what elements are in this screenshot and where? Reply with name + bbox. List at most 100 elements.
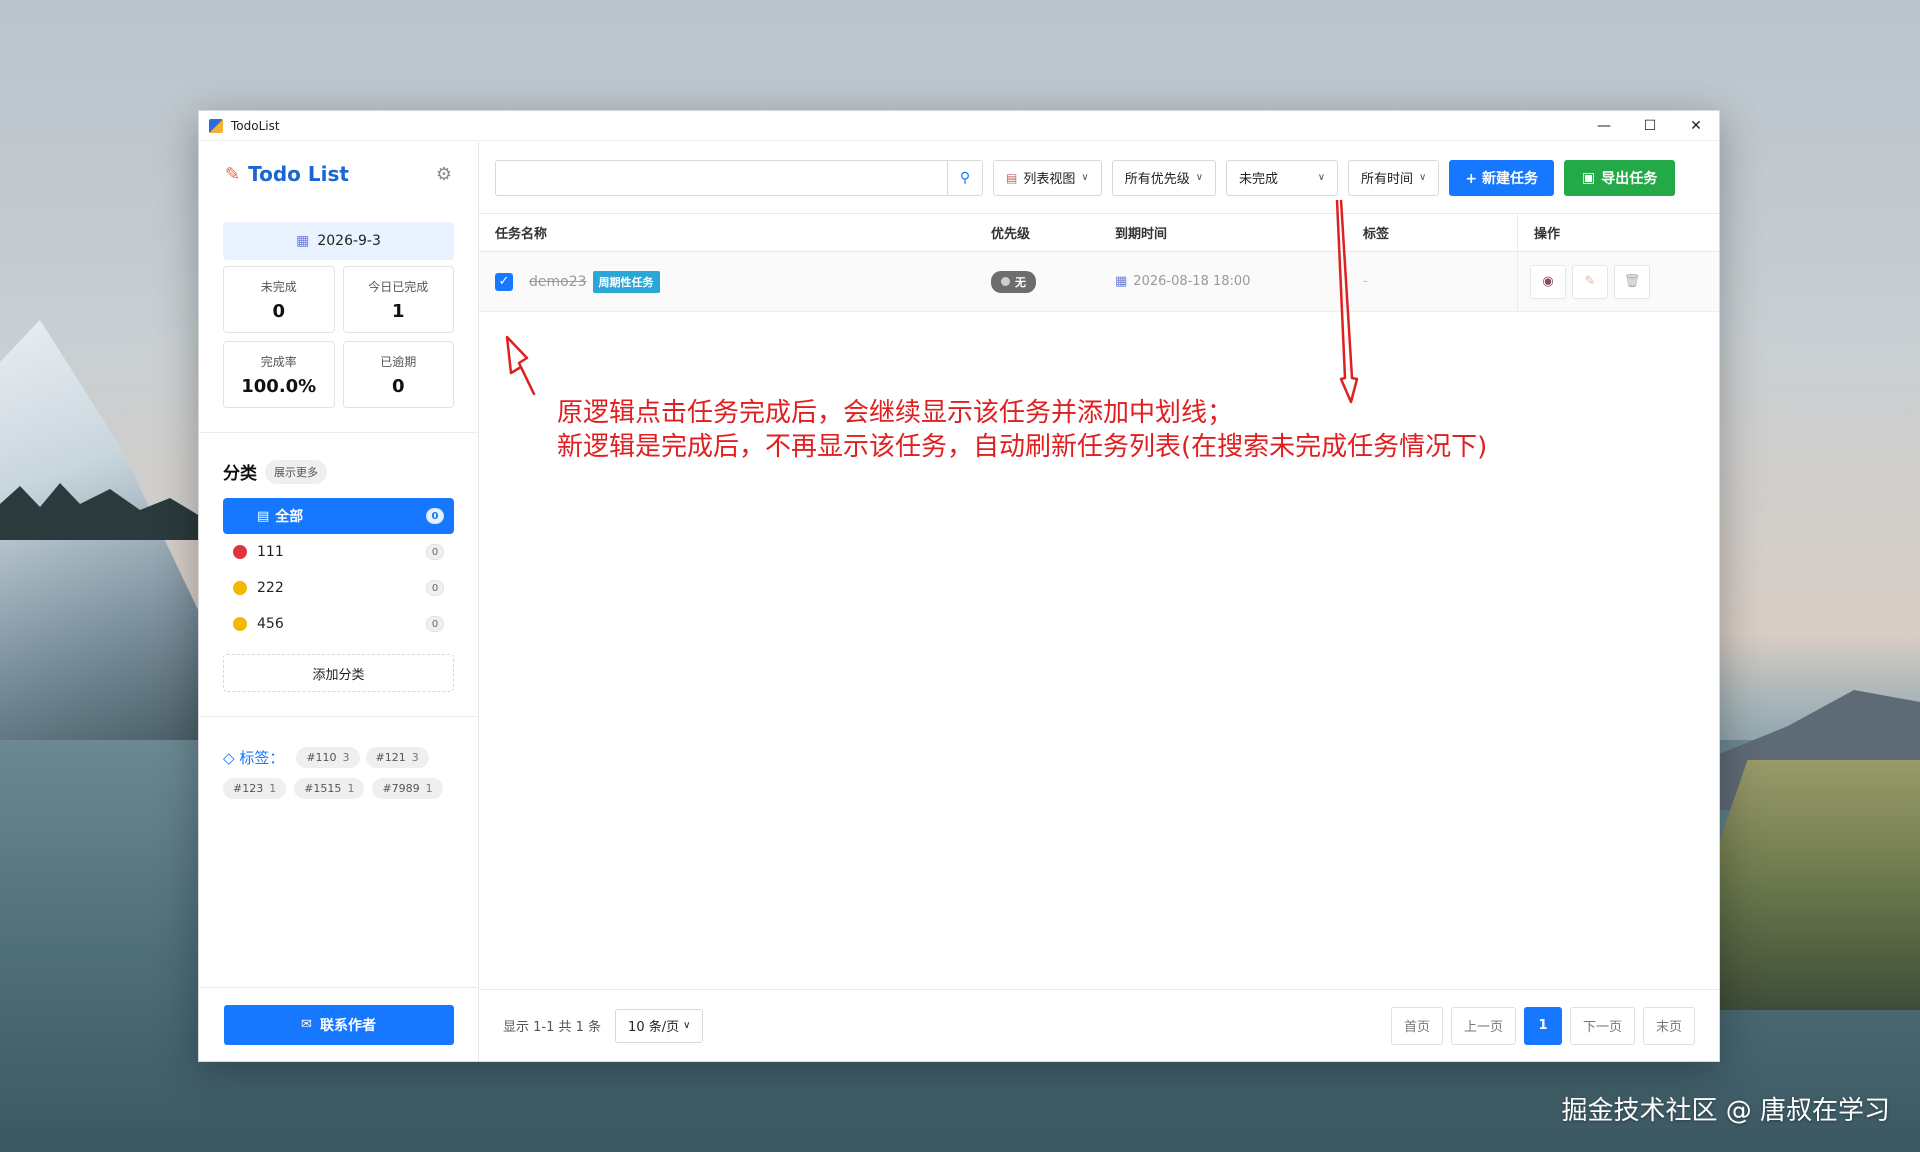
page-1-button[interactable]: 1 xyxy=(1523,1006,1562,1045)
edit-button[interactable]: ✎ xyxy=(1572,264,1608,299)
category-label: 456 xyxy=(257,616,284,632)
arrow-up-to-checkbox xyxy=(505,335,536,396)
maximize-button[interactable]: ☐ xyxy=(1627,111,1673,141)
due-date: 2026-08-18 18:00 xyxy=(1133,274,1251,289)
tag-count: 3 xyxy=(342,751,350,764)
status-select-value: 未完成 xyxy=(1239,172,1279,187)
stat-value: 0 xyxy=(391,375,405,397)
close-button[interactable]: ✕ xyxy=(1673,111,1719,141)
tag-chip[interactable]: #121 3 xyxy=(365,747,429,768)
tags-title[interactable]: ◇ 标签： xyxy=(223,747,284,768)
category-count: 0 xyxy=(426,508,444,524)
divider xyxy=(199,716,478,717)
delete-button[interactable]: 🗑 xyxy=(1614,264,1650,299)
priority-select-value: 所有优先级 xyxy=(1124,172,1190,187)
main-panel: ⚲ ▤ 列表视图 ∨ 所有优先级 ∨ 未完成 ∨ 所有时间 ∨ + 新建任务 ▣… xyxy=(479,142,1719,1061)
complete-checkbox[interactable]: ✓ xyxy=(495,272,513,291)
chevron-down-icon: ∨ xyxy=(683,1020,691,1031)
category-header: 分类 展示更多 xyxy=(223,459,454,484)
priority-select[interactable]: 所有优先级 ∨ xyxy=(1111,159,1217,196)
header-due: 到期时间 xyxy=(1115,227,1168,242)
new-task-button[interactable]: + 新建任务 xyxy=(1449,159,1554,196)
category-count: 0 xyxy=(426,580,444,596)
stat-label: 完成率 xyxy=(260,354,297,369)
toolbar: ⚲ ▤ 列表视图 ∨ 所有优先级 ∨ 未完成 ∨ 所有时间 ∨ + 新建任务 ▣… xyxy=(479,142,1719,214)
tags-section: ◇ 标签： #110 3 #121 3 xyxy=(223,747,454,768)
status-select[interactable]: 未完成 ∨ xyxy=(1226,159,1339,196)
tag-count: 3 xyxy=(411,751,419,764)
category-label: 全部 xyxy=(275,509,304,525)
task-name-cell: ✓ demo23 周期性任务 xyxy=(479,270,975,293)
first-page-button[interactable]: 首页 xyxy=(1390,1006,1443,1045)
table-header: 任务名称 优先级 到期时间 标签 操作 xyxy=(479,214,1719,252)
time-select[interactable]: 所有时间 ∨ xyxy=(1348,159,1440,196)
tag-count: 1 xyxy=(425,782,433,795)
contact-author-button[interactable]: ✉ 联系作者 xyxy=(223,1004,454,1045)
red-dot-icon xyxy=(233,545,247,559)
task-name: demo23 xyxy=(529,273,587,290)
category-item-456[interactable]: 456 0 xyxy=(223,606,454,642)
watermark: 掘金技术社区 @ 唐叔在学习 xyxy=(1561,1096,1890,1126)
export-task-button[interactable]: ▣ 导出任务 xyxy=(1563,159,1676,196)
current-date: 2026-9-3 xyxy=(317,233,381,249)
trash-icon: 🗑 xyxy=(1623,274,1641,289)
page-size-select[interactable]: 10 条/页 ∨ xyxy=(615,1008,704,1043)
app-icon xyxy=(209,118,223,133)
view-select[interactable]: ▤ 列表视图 ∨ xyxy=(993,159,1102,196)
stats-grid: 未完成 0 今日已完成 1 完成率 100.0% 已逾期 0 xyxy=(223,266,454,408)
last-page-button[interactable]: 末页 xyxy=(1642,1006,1695,1045)
category-item-111[interactable]: 111 0 xyxy=(223,534,454,570)
calendar-icon: ▦ xyxy=(1115,274,1128,289)
export-icon: ▣ xyxy=(1581,169,1596,186)
yellow-dot-icon xyxy=(233,581,247,595)
yellow-dot-icon xyxy=(233,617,247,631)
stat-value: 1 xyxy=(391,300,405,322)
calendar-icon: ▦ xyxy=(296,233,310,249)
tag-count: 1 xyxy=(347,782,355,795)
search-input[interactable] xyxy=(495,159,947,196)
tag-name: #110 xyxy=(306,751,337,764)
category-item-222[interactable]: 222 0 xyxy=(223,570,454,606)
time-select-value: 所有时间 xyxy=(1361,172,1414,187)
view-button[interactable]: ◉ xyxy=(1530,264,1566,299)
tags-title-label: 标签： xyxy=(239,749,285,767)
tag-name: #123 xyxy=(233,782,264,795)
chevron-down-icon: ∨ xyxy=(1081,172,1089,183)
view-select-value: 列表视图 xyxy=(1023,172,1076,187)
category-item-all[interactable]: ▤ 全部 0 xyxy=(223,498,454,534)
window-title: TodoList xyxy=(231,118,280,133)
annotation-text: 原逻辑点击任务完成后，会继续显示该任务并添加中划线； 新逻辑是完成后，不再显示该… xyxy=(557,396,1487,464)
table-row: ✓ demo23 周期性任务 无 ▦ 2026-08-18 18:00 - ◉ … xyxy=(479,252,1719,312)
header-task-name: 任务名称 xyxy=(495,227,548,242)
stat-value: 0 xyxy=(272,300,286,322)
tag-chip[interactable]: #7989 1 xyxy=(372,778,443,799)
date-display: ▦ 2026-9-3 xyxy=(223,222,454,260)
tag-chip[interactable]: #1515 1 xyxy=(294,778,365,799)
chevron-down-icon: ∨ xyxy=(1317,172,1326,183)
gear-icon[interactable]: ⚙ xyxy=(436,164,452,185)
divider xyxy=(199,432,478,433)
header-priority: 优先级 xyxy=(991,227,1031,242)
add-category-button[interactable]: 添加分类 xyxy=(223,654,454,692)
category-count: 0 xyxy=(426,616,444,632)
stat-incomplete: 未完成 0 xyxy=(223,266,335,333)
search-button[interactable]: ⚲ xyxy=(947,159,983,196)
tag-chip[interactable]: #123 1 xyxy=(223,778,287,799)
circle-icon xyxy=(1001,277,1010,286)
brand: ✎ Todo List ⚙ xyxy=(199,148,478,200)
next-page-button[interactable]: 下一页 xyxy=(1569,1006,1635,1045)
prev-page-button[interactable]: 上一页 xyxy=(1450,1006,1516,1045)
search-box: ⚲ xyxy=(495,159,983,196)
notepad-icon: ✎ xyxy=(225,163,241,185)
minimize-button[interactable]: — xyxy=(1581,111,1627,141)
category-list: ▤ 全部 0 111 0 222 0 456 0 xyxy=(223,498,454,642)
chevron-down-icon: ∨ xyxy=(1419,172,1427,183)
category-label: 222 xyxy=(257,580,284,596)
priority-cell: 无 xyxy=(975,270,1099,293)
show-more-button[interactable]: 展示更多 xyxy=(265,459,327,484)
tag-count: 1 xyxy=(269,782,277,795)
stat-label: 已逾期 xyxy=(380,354,417,369)
app-window: TodoList — ☐ ✕ ✎ Todo List ⚙ ▦ 2026-9-3 … xyxy=(198,110,1720,1062)
due-cell: ▦ 2026-08-18 18:00 xyxy=(1099,274,1347,289)
tag-chip[interactable]: #110 3 xyxy=(296,747,360,768)
